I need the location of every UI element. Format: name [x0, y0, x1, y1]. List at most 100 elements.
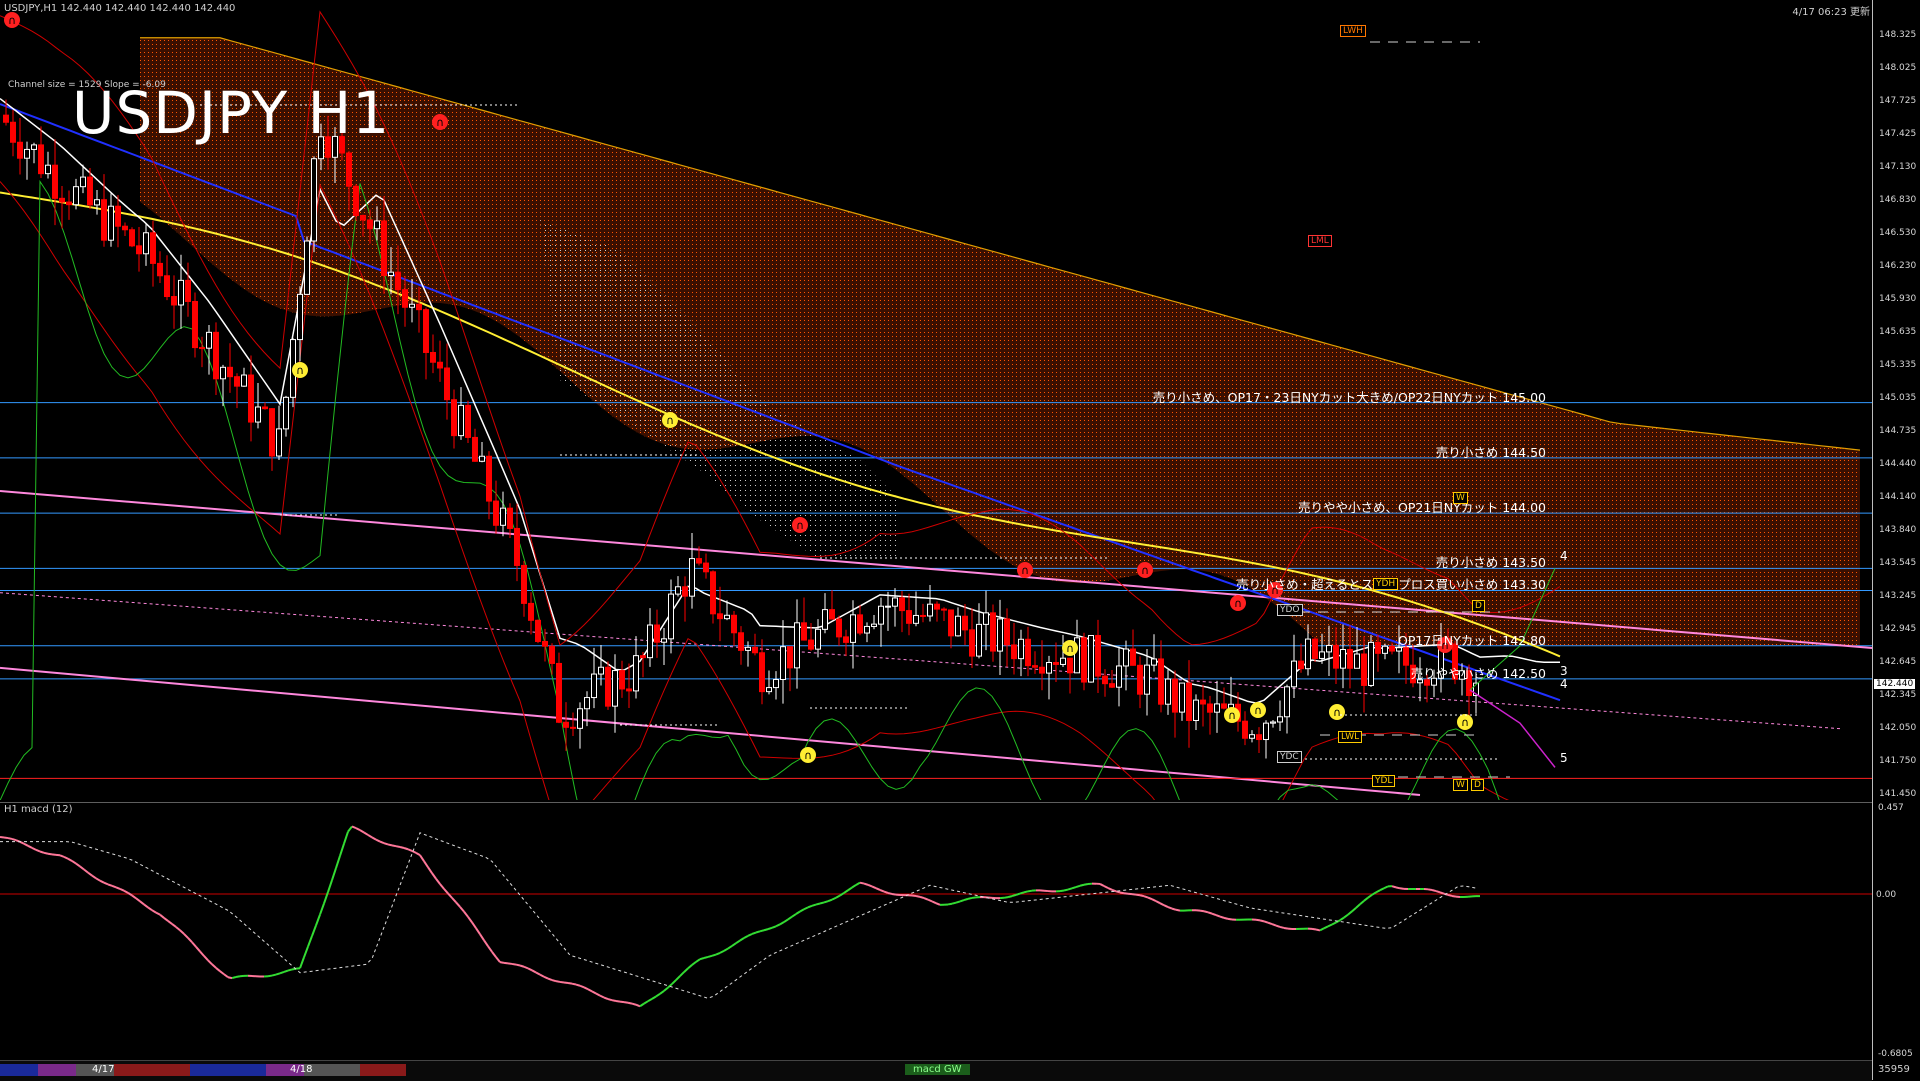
timeline-bar[interactable]: 4/17 4/18 macd GW 35959 — [0, 1060, 1872, 1081]
macd-segment — [508, 963, 512, 964]
macd-segment — [304, 947, 308, 958]
candle-body — [984, 613, 989, 625]
candle-body — [718, 614, 723, 619]
macd-segment — [796, 911, 800, 914]
macd-segment — [968, 898, 972, 899]
macd-segment — [164, 918, 168, 921]
macd-segment — [400, 847, 404, 848]
candle-body — [1012, 645, 1017, 659]
price-axis[interactable]: 148.325148.025147.725147.425147.130146.8… — [1872, 0, 1920, 1080]
candle-body — [368, 220, 373, 229]
candle-body — [1194, 700, 1199, 720]
macd-segment — [416, 853, 420, 855]
macd-segment — [320, 903, 324, 914]
candle-body — [1131, 649, 1136, 665]
candle-body — [235, 377, 240, 386]
macd-segment — [380, 842, 384, 844]
candle-body — [592, 674, 597, 698]
macd-segment — [772, 926, 776, 928]
macd-segment — [644, 1001, 648, 1003]
candle-body — [676, 587, 681, 594]
macd-top-tick: 0.457 — [1878, 803, 1904, 813]
macd-segment — [576, 985, 580, 986]
macd-segment — [864, 884, 868, 885]
macd-segment — [608, 999, 612, 1000]
macd-segment — [700, 958, 704, 959]
macd-segment — [80, 866, 84, 869]
candle-body — [1096, 635, 1101, 676]
macd-segment — [1328, 925, 1332, 927]
candle-body — [221, 367, 226, 378]
candle-body — [564, 722, 569, 727]
macd-segment — [1220, 917, 1224, 918]
macd-segment — [1440, 892, 1444, 893]
level-label: OP17日NYカット 142.80 — [1398, 630, 1546, 649]
chart-window[interactable]: ∩∩∩∩∩∩∩∩∩∩∩∩∩∩∩∩4345 USDJPY,H1 142.440 1… — [0, 0, 1920, 1080]
macd-pane[interactable] — [0, 802, 1872, 1060]
macd-segment — [1396, 887, 1400, 888]
macd-segment — [96, 878, 100, 880]
macd-segment — [328, 880, 332, 892]
date-label-2: 4/18 — [290, 1064, 312, 1075]
macd-segment — [148, 907, 152, 910]
macd-segment — [612, 1000, 616, 1001]
candle-body — [144, 233, 149, 254]
candle-body — [767, 688, 772, 692]
macd-segment — [392, 845, 396, 846]
macd-segment — [176, 927, 180, 930]
candle-body — [88, 177, 93, 205]
wave-number: 4 — [1560, 677, 1568, 691]
session-segment — [114, 1064, 190, 1076]
candle-body — [585, 698, 590, 709]
symbol-title: USDJPY H1 — [72, 84, 390, 142]
candle-body — [1047, 662, 1052, 673]
symbol-info-line: USDJPY,H1 142.440 142.440 142.440 142.44… — [4, 3, 235, 14]
macd-segment — [1324, 926, 1328, 928]
macd-segment — [1344, 915, 1348, 918]
candle-body — [242, 375, 247, 386]
macd-segment — [540, 975, 544, 977]
candle-body — [907, 611, 912, 624]
tag-ydh: YDH — [1373, 578, 1398, 590]
candle-body — [830, 610, 835, 619]
macd-segment — [364, 832, 368, 834]
candle-body — [130, 230, 135, 246]
candle-body — [991, 613, 996, 651]
macd-segment — [820, 902, 824, 903]
macd-segment — [884, 892, 888, 893]
candle-body — [186, 280, 191, 301]
macd-canvas[interactable] — [0, 802, 1872, 1060]
macd-segment — [812, 905, 816, 906]
macd-segment — [672, 980, 676, 984]
candle-body — [1334, 645, 1339, 668]
candle-body — [837, 619, 842, 637]
candle-body — [151, 233, 156, 264]
macd-segment — [832, 898, 836, 900]
candle-body — [725, 615, 730, 618]
macd-segment — [524, 967, 528, 969]
candle-body — [613, 671, 618, 707]
macd-segment — [1172, 909, 1176, 910]
macd-segment — [1116, 891, 1120, 892]
candle-body — [998, 619, 1003, 651]
candle-body — [487, 456, 492, 501]
wave-number: 4 — [1560, 549, 1568, 563]
macd-segment — [1024, 891, 1028, 892]
macd-segment — [384, 843, 388, 844]
candle-body — [466, 405, 471, 437]
macd-segment — [748, 934, 752, 936]
axis-tick: 144.140 — [1879, 492, 1916, 502]
macd-segment — [1148, 898, 1152, 900]
axis-tick: 142.645 — [1879, 657, 1916, 667]
macd-segment — [172, 924, 176, 927]
macd-segment — [656, 994, 660, 997]
candle-body — [921, 615, 926, 616]
candle-body — [172, 297, 177, 305]
macd-segment — [544, 977, 548, 979]
tag-ydl: YDL — [1372, 775, 1395, 787]
macd-segment — [552, 980, 556, 981]
macd-segment — [788, 917, 792, 920]
candle-body — [452, 400, 457, 436]
macd-gw-badge[interactable]: macd GW — [905, 1064, 970, 1075]
macd-segment — [708, 956, 712, 957]
